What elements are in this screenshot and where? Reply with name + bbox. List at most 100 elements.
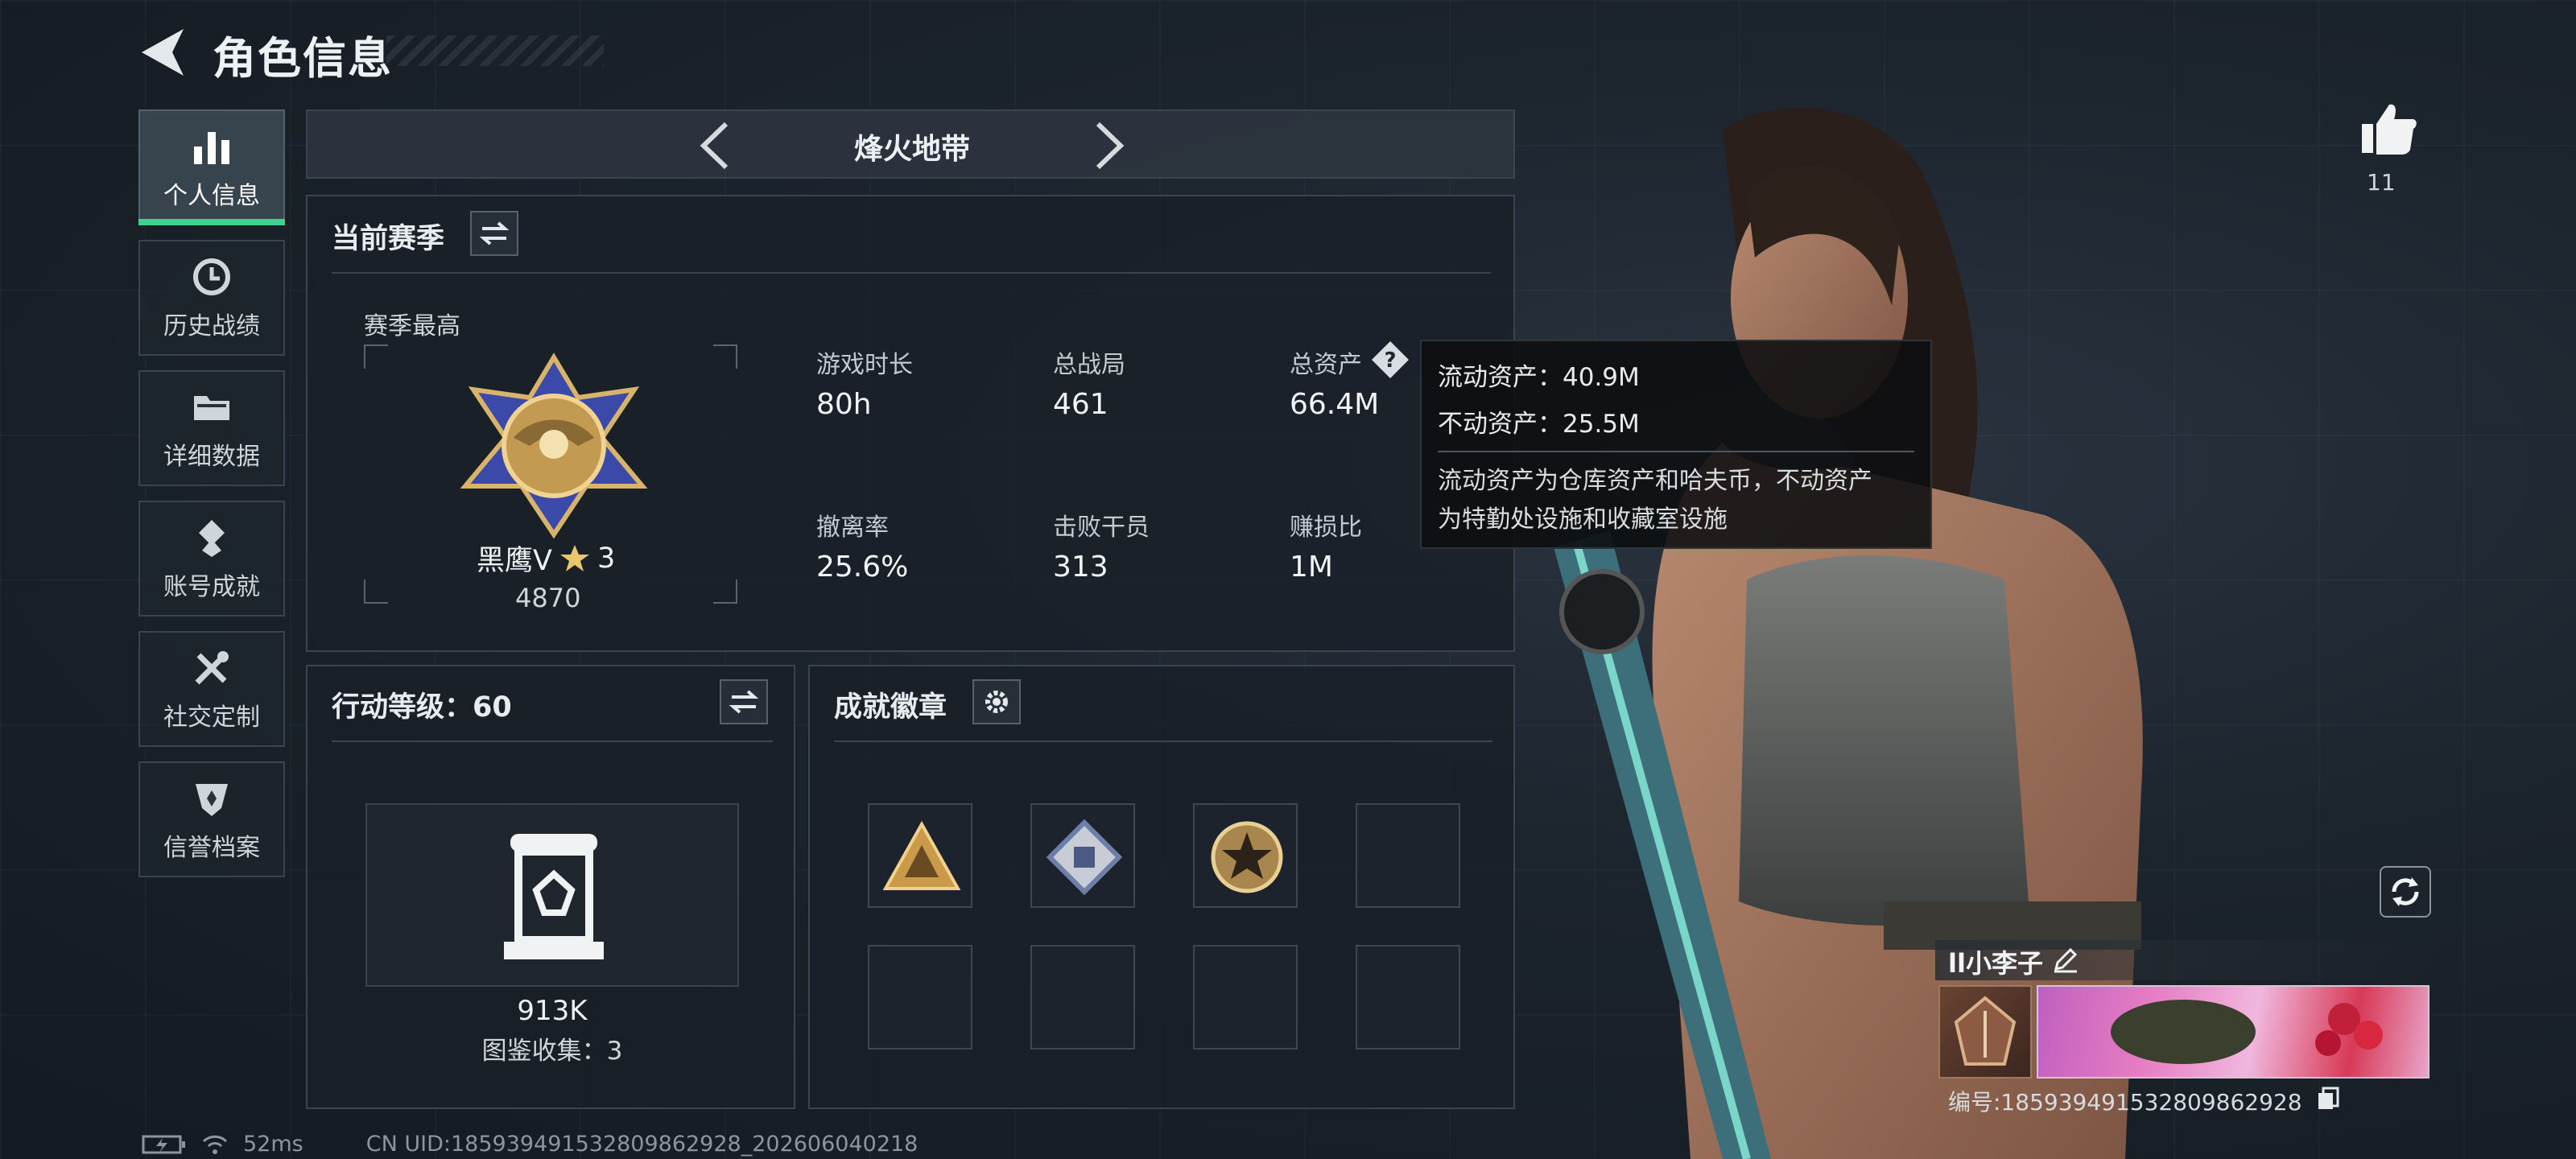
like-count: 11	[2367, 169, 2396, 196]
wifi-icon	[202, 1135, 228, 1154]
tab-label: 详细数据	[163, 443, 260, 471]
rank-name: 黑鹰V	[477, 545, 552, 577]
rank-emblem-icon	[460, 353, 648, 539]
swap-icon	[479, 221, 510, 245]
collection-frame	[365, 803, 739, 987]
tab-label: 账号成就	[163, 573, 260, 601]
badges-panel: 成就徽章	[808, 665, 1515, 1109]
player-id: 编号:1859394915328098629​28	[1948, 1089, 2302, 1116]
help-icon[interactable]: ?	[1370, 340, 1410, 380]
history-icon	[193, 258, 230, 295]
tab-label: 信誉档案	[163, 834, 260, 862]
stat-profit-value: 1M	[1290, 551, 1333, 584]
frame-corner	[364, 344, 388, 369]
action-level-value: 913K	[517, 995, 588, 1027]
tab-social-custom[interactable]: 社交定制	[138, 631, 285, 747]
star-icon	[559, 544, 589, 571]
badge-slot-6[interactable]	[1030, 945, 1135, 1050]
rank-name-row: 黑鹰V 3	[477, 538, 615, 579]
tab-label: 个人信息	[163, 182, 260, 210]
tools-icon	[195, 651, 229, 685]
frame-corner	[713, 580, 737, 604]
tab-detailed-data[interactable]: 详细数据	[138, 370, 285, 486]
avatar-image	[1954, 996, 2017, 1066]
badge-slot-3[interactable]	[1193, 803, 1298, 908]
thumbs-up-icon[interactable]	[2360, 100, 2418, 156]
diamond-badge-icon	[1046, 819, 1123, 896]
season-title: 当前赛季	[332, 223, 445, 255]
tab-history[interactable]: 历史战绩	[138, 240, 285, 356]
season-switch-button[interactable]	[470, 211, 518, 256]
banner-art	[2111, 1000, 2383, 1064]
refresh-icon	[2392, 877, 2419, 906]
season-panel: 当前赛季 赛季最高 黑鹰V 3 4870 游戏时长 80h 总战局 461 总资…	[306, 195, 1515, 652]
action-level-title: 行动等级：60	[332, 691, 512, 724]
badges-settings-button[interactable]	[972, 679, 1021, 724]
mode-selector: 烽火地带	[306, 109, 1515, 179]
uid: CN UID:185939491532809862928_20260604021…	[365, 1132, 919, 1157]
badge-slot-8[interactable]	[1356, 945, 1460, 1050]
tab-reputation[interactable]: 信誉档案	[138, 761, 285, 877]
chevron-right-icon[interactable]	[1090, 119, 1130, 172]
tab-label: 历史战绩	[163, 312, 260, 340]
stat-profit-label: 赚损比	[1290, 514, 1362, 542]
player-banner[interactable]	[2037, 985, 2429, 1079]
page-title: 角色信息	[213, 33, 393, 84]
stat-matches-value: 461	[1053, 388, 1108, 421]
ping: 52ms	[243, 1132, 303, 1157]
stat-assets-label: 总资产	[1290, 351, 1362, 379]
display-case-icon	[504, 834, 604, 959]
swap-icon	[729, 690, 759, 714]
stat-extract-label: 撤离率	[816, 514, 889, 542]
rotate-model-button[interactable]	[2380, 866, 2431, 918]
badge-slot-1[interactable]	[868, 803, 972, 908]
battery-icon	[142, 1135, 185, 1153]
stat-kills-label: 击败干员	[1053, 514, 1150, 542]
back-arrow-icon[interactable]	[137, 24, 188, 80]
player-nickname: ll小李子	[1948, 948, 2043, 979]
tooltip-fixed: 不动资产：25.5M	[1438, 410, 1640, 439]
tooltip-desc-line1: 流动资产为仓库资产和哈夫币，不动资产	[1438, 467, 1872, 495]
folder-icon	[194, 396, 229, 420]
stat-playtime-value: 80h	[816, 388, 872, 421]
stat-extract-value: 25.6%	[816, 551, 909, 584]
rank-score: 4870	[515, 583, 581, 613]
badge-slot-2[interactable]	[1030, 803, 1135, 908]
tab-label: 社交定制	[163, 703, 260, 732]
status-bar: 52ms CN UID:185939491532809862928_202606…	[142, 1132, 918, 1157]
assets-tooltip: 流动资产：40.9M 不动资产：25.5M 流动资产为仓库资产和哈夫币，不动资产…	[1420, 340, 1932, 549]
triangle-badge-icon	[882, 820, 961, 890]
action-level-panel: 行动等级：60 913K 图鉴收集：3	[306, 665, 795, 1109]
divider	[332, 272, 1491, 274]
shield-icon	[196, 784, 228, 816]
mode-title: 烽火地带	[853, 133, 970, 166]
badge-slot-7[interactable]	[1193, 945, 1298, 1050]
tab-account-achievements[interactable]: 账号成就	[138, 501, 285, 617]
stat-kills-value: 313	[1053, 551, 1108, 584]
tooltip-desc-line2: 为特勤处设施和收藏室设施	[1438, 505, 1728, 534]
season-best-label: 赛季最高	[364, 312, 460, 340]
avatar-frame[interactable]	[1938, 985, 2032, 1079]
badges-title: 成就徽章	[834, 691, 947, 724]
edit-pencil-icon[interactable]	[2051, 945, 2080, 974]
action-level-switch-button[interactable]	[720, 679, 768, 724]
copy-icon[interactable]	[2317, 1087, 2339, 1111]
stat-matches-label: 总战局	[1053, 351, 1125, 379]
collection-count: 图鉴收集：3	[481, 1037, 623, 1066]
badge-slot-5[interactable]	[868, 945, 972, 1050]
badge-slot-4[interactable]	[1356, 803, 1460, 908]
frame-corner	[713, 344, 737, 369]
divider	[332, 740, 773, 742]
star-badge-icon	[1211, 821, 1283, 893]
achievement-icon	[199, 520, 225, 557]
title-decoration	[386, 35, 604, 66]
svg-text:?: ?	[1384, 349, 1396, 373]
frame-corner	[364, 580, 388, 604]
stat-assets-value: 66.4M	[1290, 388, 1380, 421]
tab-personal-info[interactable]: 个人信息	[138, 109, 285, 225]
tooltip-divider	[1438, 451, 1914, 452]
stat-playtime-label: 游戏时长	[816, 351, 913, 379]
bar-chart-icon	[194, 132, 229, 164]
tooltip-liquid: 流动资产：40.9M	[1438, 363, 1640, 392]
gear-icon	[985, 691, 1008, 713]
